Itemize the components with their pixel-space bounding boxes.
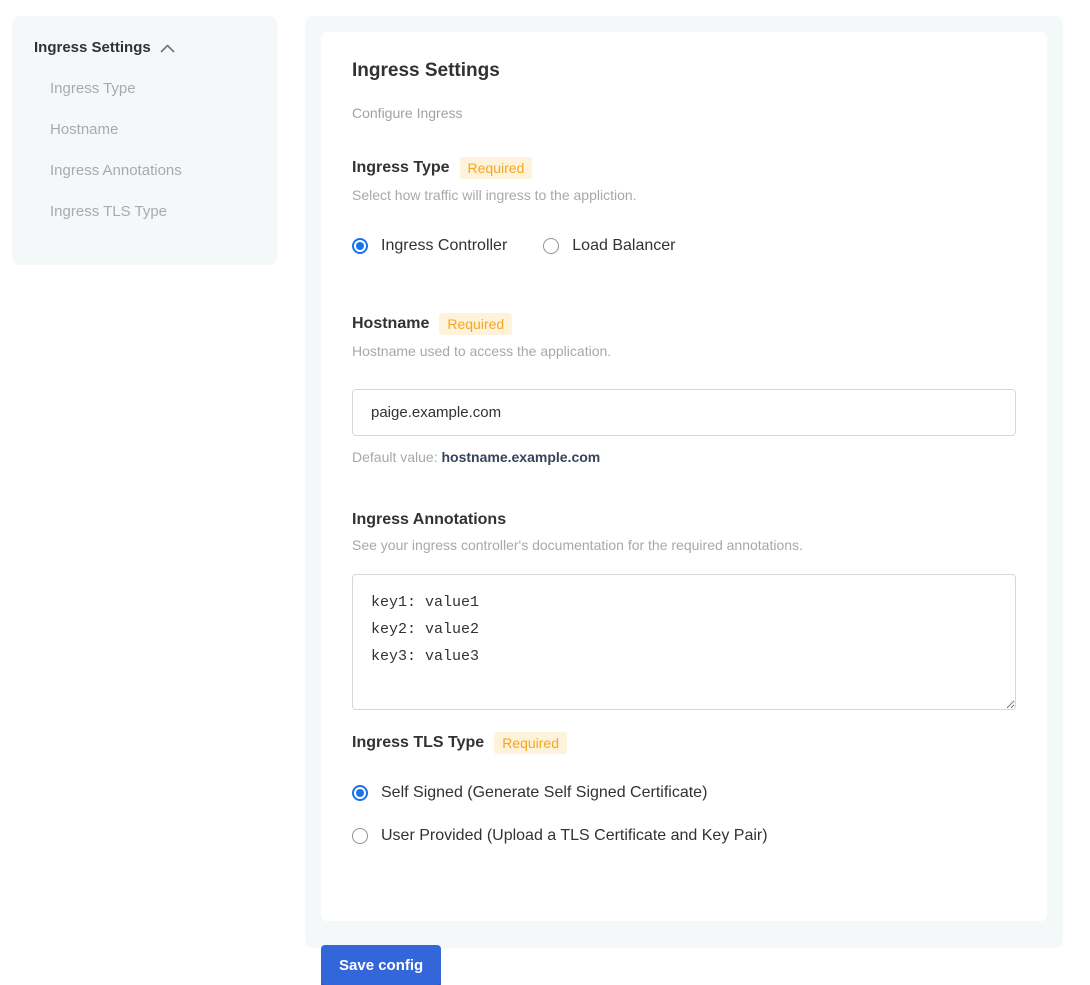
chevron-up-icon [160,44,175,53]
radio-ingress-controller[interactable]: Ingress Controller [352,237,507,255]
group-hostname: Hostname Required Hostname used to acces… [352,313,1016,465]
group-label-ingress-annotations: Ingress Annotations [352,511,506,529]
radio-load-balancer[interactable]: Load Balancer [543,237,675,255]
radio-label: Self Signed (Generate Self Signed Certif… [381,784,707,802]
group-label-hostname: Hostname [352,315,429,333]
radio-unselected-icon[interactable] [352,828,368,844]
default-value-prefix: Default value: [352,449,438,465]
config-card: Ingress Settings Configure Ingress Ingre… [321,32,1047,921]
group-help-ingress-annotations: See your ingress controller's documentat… [352,537,1016,553]
radio-selected-icon[interactable] [352,785,368,801]
ingress-tls-radio-group: Self Signed (Generate Self Signed Certif… [352,784,1016,845]
sidebar-group-ingress-settings[interactable]: Ingress Settings [34,39,255,56]
radio-unselected-icon[interactable] [543,238,559,254]
group-ingress-type: Ingress Type Required Select how traffic… [352,157,1016,255]
save-config-button[interactable]: Save config [321,945,441,985]
sidebar-item-ingress-type[interactable]: Ingress Type [34,80,255,97]
group-help-ingress-type: Select how traffic will ingress to the a… [352,187,1016,203]
group-label-ingress-tls-type: Ingress TLS Type [352,734,484,752]
page-title: Ingress Settings [352,60,1016,82]
radio-label: User Provided (Upload a TLS Certificate … [381,827,768,845]
sidebar-item-ingress-tls-type[interactable]: Ingress TLS Type [34,203,255,220]
sidebar-item-hostname[interactable]: Hostname [34,121,255,138]
radio-selected-icon[interactable] [352,238,368,254]
ingress-type-radio-group: Ingress Controller Load Balancer [352,237,1016,255]
radio-user-provided[interactable]: User Provided (Upload a TLS Certificate … [352,827,1016,845]
ingress-annotations-textarea[interactable]: key1: value1 key2: value2 key3: value3 [352,574,1016,710]
default-value-text: hostname.example.com [442,449,601,465]
hostname-input[interactable] [352,389,1016,436]
page-subtitle: Configure Ingress [352,105,1016,121]
hostname-default-value-line: Default value: hostname.example.com [352,449,1016,465]
sidebar-group-label: Ingress Settings [34,39,151,56]
radio-label: Ingress Controller [381,237,507,255]
required-badge: Required [494,732,567,754]
group-ingress-annotations: Ingress Annotations See your ingress con… [352,511,1016,710]
radio-self-signed[interactable]: Self Signed (Generate Self Signed Certif… [352,784,1016,802]
group-help-hostname: Hostname used to access the application. [352,343,1016,359]
required-badge: Required [439,313,512,335]
config-main-panel: Ingress Settings Configure Ingress Ingre… [305,16,1063,948]
radio-label: Load Balancer [572,237,675,255]
group-label-ingress-type: Ingress Type [352,159,450,177]
required-badge: Required [460,157,533,179]
config-nav-sidebar: Ingress Settings Ingress Type Hostname I… [12,16,277,265]
group-ingress-tls-type: Ingress TLS Type Required Self Signed (G… [352,732,1016,845]
sidebar-item-ingress-annotations[interactable]: Ingress Annotations [34,162,255,179]
